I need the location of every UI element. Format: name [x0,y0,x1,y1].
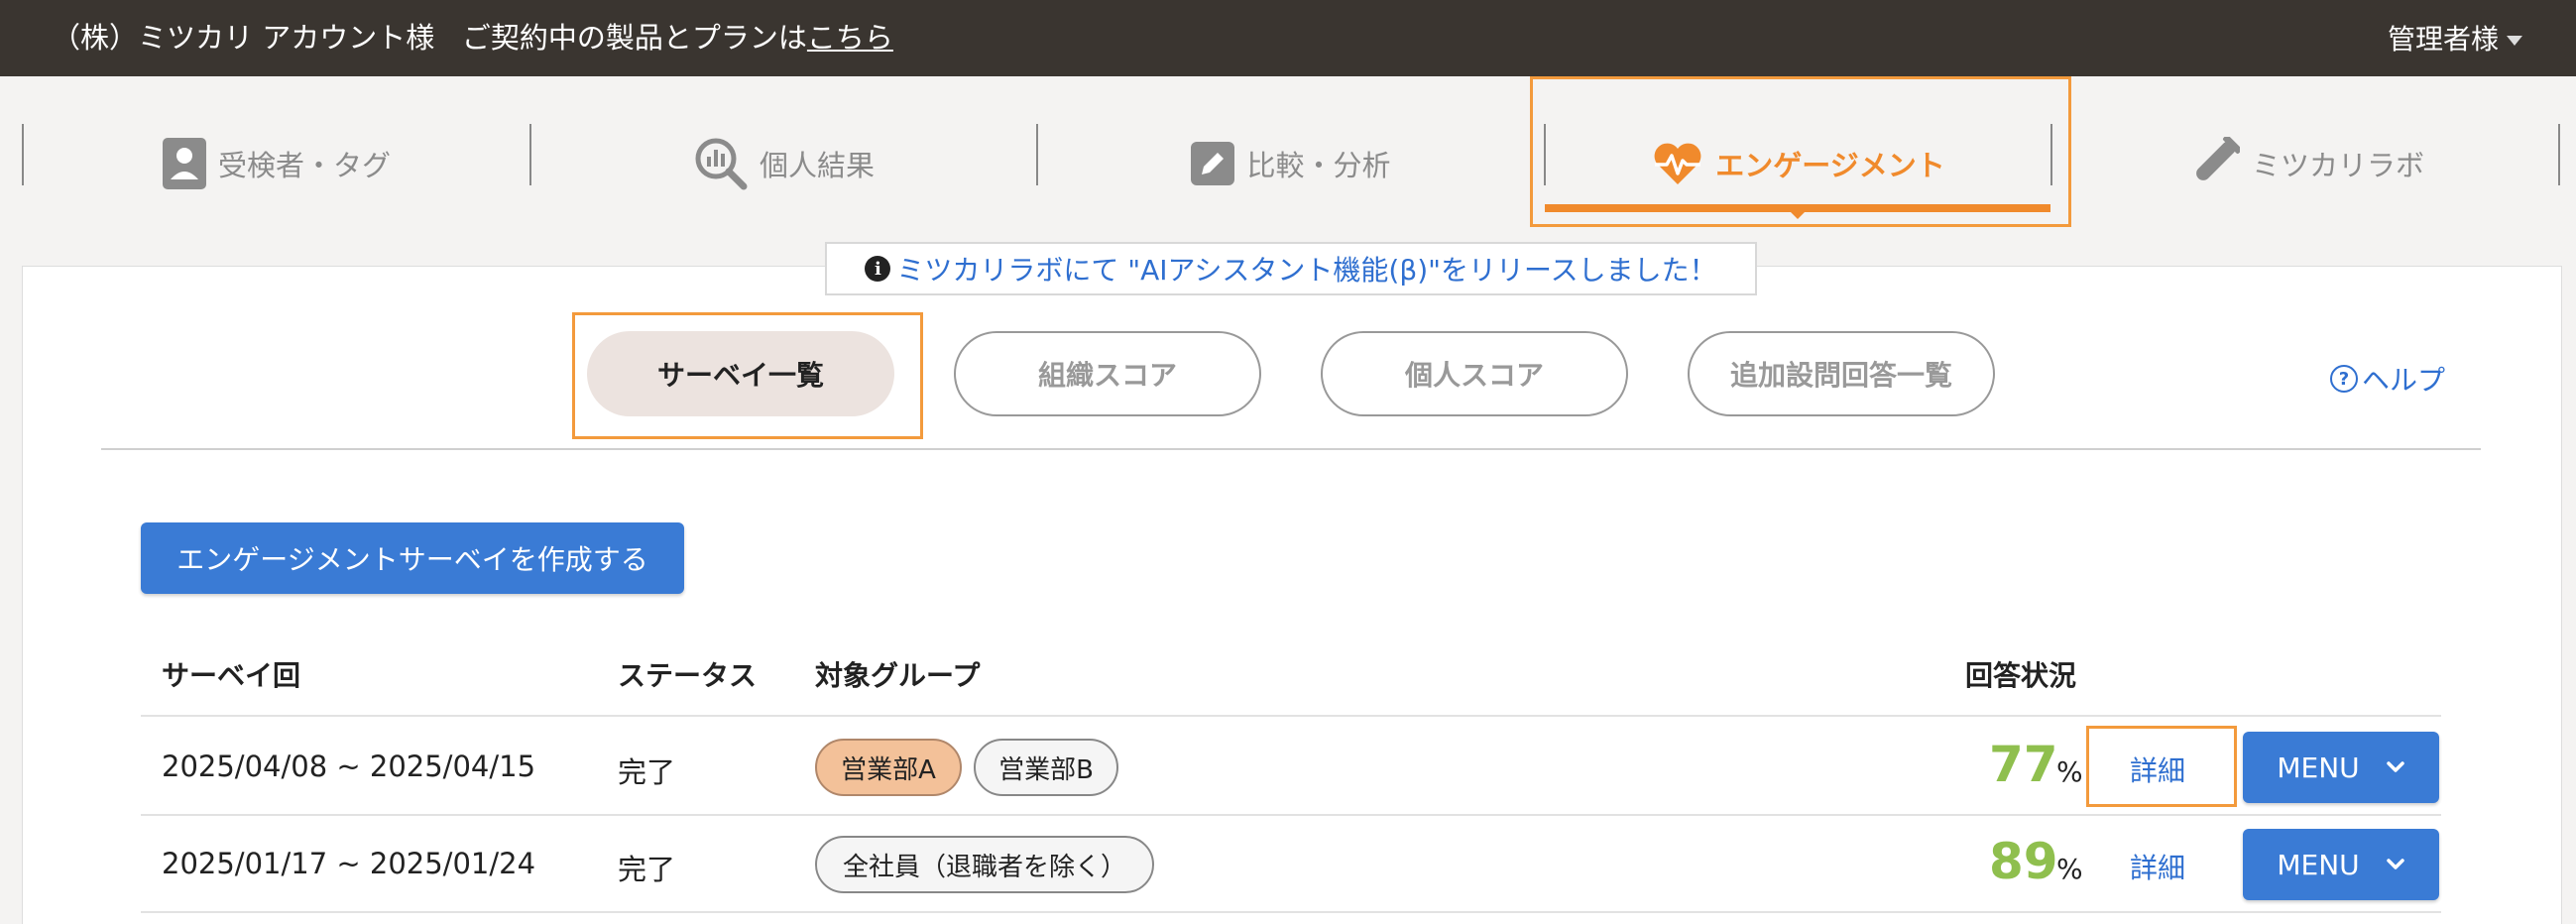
user-card-icon [162,138,206,189]
highlight-frame [572,312,923,439]
test-tube-icon [2186,137,2240,190]
edit-icon [1191,142,1235,185]
nav-tab-examinees[interactable]: 受検者・タグ [24,129,529,198]
nav-tab-individual-results[interactable]: 個人結果 [531,129,1037,198]
row-divider [141,814,2441,816]
section-divider [101,448,2481,450]
highlight-frame [2086,726,2237,807]
chevron-down-icon [2386,760,2405,774]
menu-button[interactable]: MENU [2243,829,2439,900]
admin-label: 管理者様 [2387,23,2499,56]
release-notice[interactable]: i ミツカリラボにて "AIアシスタント機能(β)"をリリースしました！ [825,242,1757,295]
nav-tab-lab[interactable]: ミツカリラボ [2052,129,2558,198]
response-rate: 77 [1989,736,2058,793]
chart-search-icon [694,137,748,190]
nav-tab-label: 受検者・タグ [217,149,391,182]
plan-text: ご契約中の製品とプランは [461,21,807,55]
highlight-frame [1530,76,2071,227]
nav-tab-label: 比較・分析 [1246,149,1391,182]
menu-label: MENU [2277,848,2360,881]
row-divider [141,715,2441,717]
admin-menu[interactable]: 管理者様 [2388,20,2522,59]
create-survey-button[interactable]: エンゲージメントサーベイを作成する [141,522,684,594]
subtab-org-score[interactable]: 組織スコア [954,331,1261,416]
menu-button[interactable]: MENU [2243,732,2439,803]
group-tag: 全社員（退職者を除く） [815,836,1154,893]
nav-divider [2558,124,2560,185]
account-info: （株）ミツカリ アカウント様 ご契約中の製品とプランはこちら [52,18,893,58]
help-icon: ? [2330,365,2358,393]
caret-down-icon [2507,36,2522,46]
percent-unit: % [2056,755,2083,788]
plan-link[interactable]: こちら [807,21,893,55]
nav-tab-label: 個人結果 [759,149,875,182]
help-link[interactable]: ? ヘルプ [2330,359,2445,399]
group-tag: 営業部B [974,739,1118,796]
response-rate: 89 [1989,833,2058,890]
percent-unit: % [2056,853,2083,885]
group-tag: 営業部A [815,739,962,796]
column-header-period: サーベイ回 [162,659,301,692]
column-header-response: 回答状況 [1965,659,2077,692]
company-name: （株）ミツカリ アカウント様 [52,21,435,55]
survey-status: 完了 [618,755,676,789]
subtab-personal-score[interactable]: 個人スコア [1321,331,1628,416]
nav-tab-label: ミツカリラボ [2251,149,2424,182]
info-icon: i [865,256,891,282]
survey-period: 2025/04/08 ~ 2025/04/15 [162,750,536,783]
chevron-down-icon [2386,858,2405,871]
survey-status: 完了 [618,853,676,886]
survey-period: 2025/01/17 ~ 2025/01/24 [162,847,536,880]
row-divider [141,911,2441,913]
column-header-groups: 対象グループ [815,659,981,692]
nav-tab-compare[interactable]: 比較・分析 [1038,129,1544,198]
notice-text: ミツカリラボにて "AIアシスタント機能(β)"をリリースしました！ [896,254,1717,287]
help-label: ヘルプ [2362,364,2446,397]
top-bar: （株）ミツカリ アカウント様 ご契約中の製品とプランはこちら 管理者様 [0,0,2576,76]
column-header-status: ステータス [618,659,758,692]
detail-link[interactable]: 詳細 [2130,847,2185,886]
subtab-additional-answers[interactable]: 追加設問回答一覧 [1688,331,1995,416]
menu-label: MENU [2277,751,2360,784]
content-panel [22,266,2562,924]
